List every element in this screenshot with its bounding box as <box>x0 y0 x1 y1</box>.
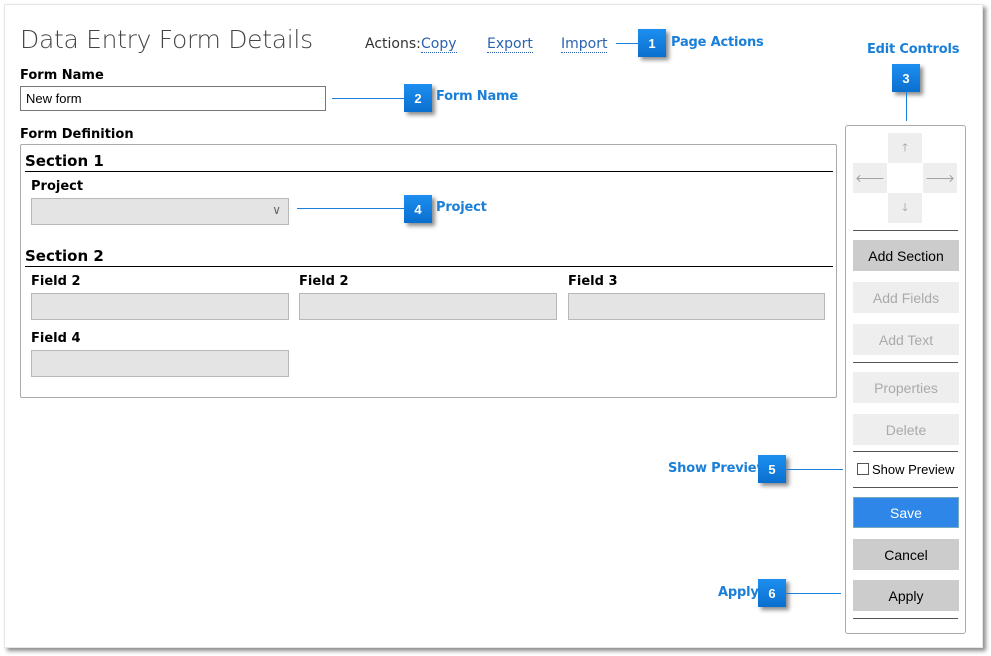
field-label: Field 3 <box>568 274 618 289</box>
callout-1-line <box>616 43 638 44</box>
form-name-input[interactable] <box>20 86 326 111</box>
panel-divider <box>853 451 958 452</box>
arrow-left-icon: 🡐 <box>855 172 885 185</box>
callout-2-text: Form Name <box>436 89 518 104</box>
arrow-down-icon: 🡓 <box>902 200 908 214</box>
field-4-input[interactable] <box>31 350 289 377</box>
chevron-down-icon: ∨ <box>272 203 281 217</box>
callout-1-text: Page Actions <box>671 35 764 50</box>
move-left-button[interactable]: 🡐 <box>853 163 887 193</box>
callout-5-line <box>786 469 843 470</box>
copy-link[interactable]: Copy <box>421 36 457 53</box>
page-title: Data Entry Form Details <box>20 25 313 54</box>
callout-2-line <box>332 98 404 99</box>
show-preview-label[interactable]: Show Preview <box>872 462 954 477</box>
export-link[interactable]: Export <box>487 36 533 53</box>
callout-4-line <box>297 208 404 209</box>
section-2-title[interactable]: Section 2 <box>25 247 104 265</box>
add-section-button[interactable]: Add Section <box>853 240 959 271</box>
field-2a-input[interactable] <box>31 293 289 320</box>
field-2b-input[interactable] <box>299 293 557 320</box>
callout-3-text: Edit Controls <box>867 42 960 57</box>
save-button[interactable]: Save <box>853 497 959 528</box>
panel-divider <box>853 230 958 231</box>
move-up-button[interactable]: 🡑 <box>888 133 922 163</box>
arrow-up-icon: 🡑 <box>902 140 908 154</box>
callout-6-line <box>786 593 841 594</box>
arrow-right-icon: 🡒 <box>925 172 955 185</box>
panel-divider <box>853 362 958 363</box>
callout-6-badge: 6 <box>758 579 786 607</box>
callout-3-line <box>906 92 907 121</box>
section-1-title[interactable]: Section 1 <box>25 152 104 170</box>
callout-6-text: Apply <box>718 585 759 600</box>
import-link[interactable]: Import <box>561 36 608 53</box>
cancel-button[interactable]: Cancel <box>853 539 959 570</box>
section-1-rule <box>25 171 833 172</box>
actions-label: Actions: <box>365 36 421 52</box>
callout-1-badge: 1 <box>638 29 666 57</box>
callout-2-badge: 2 <box>404 84 432 112</box>
move-down-button[interactable]: 🡓 <box>888 193 922 223</box>
callout-4-text: Project <box>436 200 487 215</box>
project-label: Project <box>31 179 84 194</box>
panel-divider <box>853 487 958 488</box>
field-label: Field 2 <box>299 274 349 289</box>
callout-3-badge: 3 <box>892 64 920 92</box>
add-text-button[interactable]: Add Text <box>853 324 959 355</box>
section-2-rule <box>25 266 833 267</box>
move-right-button[interactable]: 🡒 <box>923 163 957 193</box>
field-label: Field 4 <box>31 331 81 346</box>
form-name-label: Form Name <box>20 68 104 83</box>
show-preview-checkbox[interactable] <box>857 463 869 475</box>
callout-5-text: Show Preview <box>668 461 769 476</box>
callout-4-badge: 4 <box>404 195 432 223</box>
panel-divider <box>853 618 958 619</box>
delete-button[interactable]: Delete <box>853 414 959 445</box>
field-3-input[interactable] <box>568 293 825 320</box>
properties-button[interactable]: Properties <box>853 372 959 403</box>
apply-button[interactable]: Apply <box>853 580 959 611</box>
project-select[interactable]: ∨ <box>31 198 289 225</box>
add-fields-button[interactable]: Add Fields <box>853 282 959 313</box>
form-definition-label: Form Definition <box>20 127 134 142</box>
field-label: Field 2 <box>31 274 81 289</box>
callout-5-badge: 5 <box>758 455 786 483</box>
